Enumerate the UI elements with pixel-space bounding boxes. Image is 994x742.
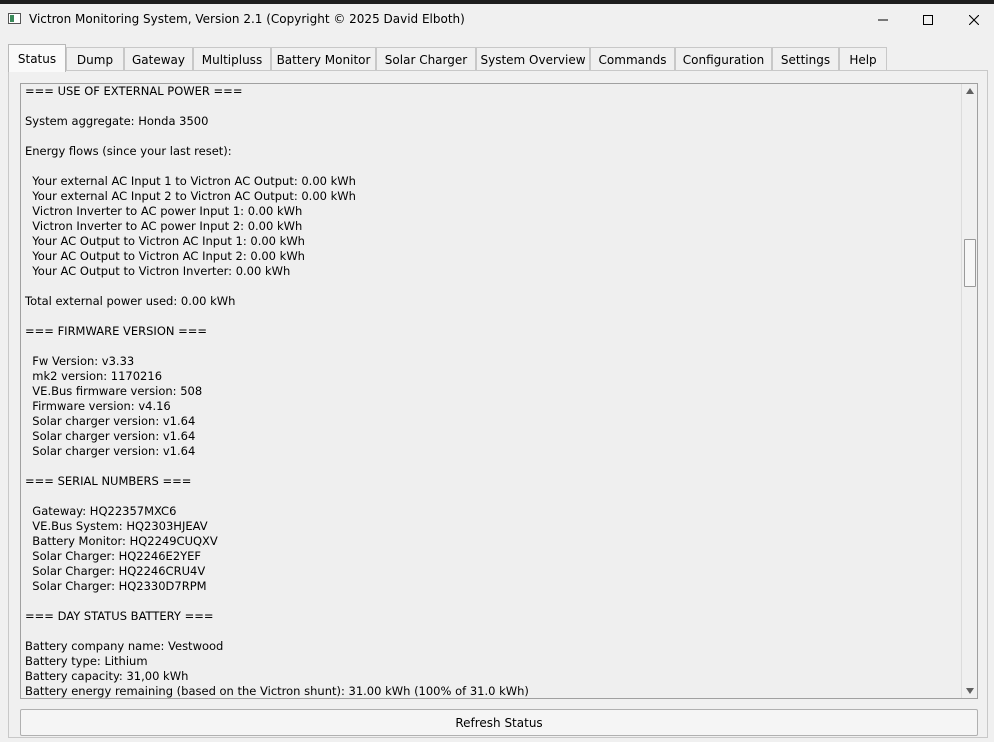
close-icon bbox=[969, 14, 979, 25]
status-text-line bbox=[25, 159, 960, 174]
status-text-line: Total external power used: 0.00 kWh bbox=[25, 294, 236, 308]
status-text-line: Gateway: HQ22357MXC6 bbox=[25, 504, 177, 518]
status-text-line: Fw Version: v3.33 bbox=[25, 354, 135, 368]
maximize-icon bbox=[923, 14, 933, 25]
app-icon bbox=[8, 13, 21, 24]
tab-dump[interactable]: Dump bbox=[66, 47, 124, 71]
status-text-line: Energy flows (since your last reset): bbox=[25, 144, 232, 158]
status-text-line: mk2 version: 1170216 bbox=[25, 369, 163, 383]
status-text-line bbox=[25, 594, 960, 609]
tab-battery-monitor[interactable]: Battery Monitor bbox=[271, 47, 376, 71]
minimize-icon bbox=[878, 19, 888, 20]
status-text-line: === FIRMWARE VERSION === bbox=[25, 324, 208, 338]
tab-help[interactable]: Help bbox=[839, 47, 887, 71]
tab-status[interactable]: Status bbox=[8, 44, 66, 72]
status-text-line: Victron Inverter to AC power Input 1: 0.… bbox=[25, 204, 303, 218]
status-text-line bbox=[25, 459, 960, 474]
status-text-line: VE.Bus System: HQ2303HJEAV bbox=[25, 519, 208, 533]
status-text-line: VE.Bus firmware version: 508 bbox=[25, 384, 203, 398]
scroll-down-button[interactable] bbox=[962, 684, 977, 698]
tab-configuration[interactable]: Configuration bbox=[675, 47, 772, 71]
status-text-line: Battery type: Lithium bbox=[25, 654, 148, 668]
status-text-line: Battery Monitor: HQ2249CUQXV bbox=[25, 534, 218, 548]
tab-system-overview[interactable]: System Overview bbox=[476, 47, 590, 71]
status-text-line bbox=[25, 129, 960, 144]
window-title: Victron Monitoring System, Version 2.1 (… bbox=[29, 12, 465, 26]
arrow-up-icon bbox=[965, 88, 974, 94]
status-text-line: Your external AC Input 1 to Victron AC O… bbox=[25, 174, 356, 188]
status-tab-panel: === USE OF EXTERNAL POWER === System aggr… bbox=[8, 70, 988, 738]
scroll-up-button[interactable] bbox=[962, 84, 977, 98]
status-text-line: Solar Charger: HQ2246E2YEF bbox=[25, 549, 202, 563]
status-text-line: Victron Inverter to AC power Input 2: 0.… bbox=[25, 219, 303, 233]
status-text-line: Battery energy remaining (based on the V… bbox=[25, 684, 529, 698]
status-text-line bbox=[25, 489, 960, 504]
status-text-line: Solar charger version: v1.64 bbox=[25, 414, 196, 428]
app-window: Victron Monitoring System, Version 2.1 (… bbox=[0, 4, 994, 742]
status-text-line: Battery company name: Vestwood bbox=[25, 639, 224, 653]
status-text-line: === DAY STATUS BATTERY === bbox=[25, 609, 214, 623]
title-bar[interactable]: Victron Monitoring System, Version 2.1 (… bbox=[0, 4, 994, 35]
tab-gateway[interactable]: Gateway bbox=[124, 47, 193, 71]
vertical-scrollbar[interactable] bbox=[961, 84, 977, 698]
status-text-line: Solar Charger: HQ2330D7RPM bbox=[25, 579, 207, 593]
status-text-line bbox=[25, 624, 960, 639]
minimize-button[interactable] bbox=[860, 4, 906, 35]
refresh-status-button[interactable]: Refresh Status bbox=[20, 709, 978, 736]
status-text-line: Your AC Output to Victron Inverter: 0.00… bbox=[25, 264, 291, 278]
scrollbar-thumb[interactable] bbox=[964, 239, 976, 287]
status-text-line: System aggregate: Honda 3500 bbox=[25, 114, 209, 128]
tab-solar-charger[interactable]: Solar Charger bbox=[376, 47, 476, 71]
status-text-line bbox=[25, 279, 960, 294]
maximize-button[interactable] bbox=[905, 4, 951, 35]
status-text-line: === SERIAL NUMBERS === bbox=[25, 474, 192, 488]
status-text-line bbox=[25, 309, 960, 324]
status-text-content: === USE OF EXTERNAL POWER === System aggr… bbox=[25, 84, 960, 698]
status-text-line bbox=[25, 99, 960, 114]
status-text-line: Your external AC Input 2 to Victron AC O… bbox=[25, 189, 356, 203]
status-text-line bbox=[25, 339, 960, 354]
status-text-line: === USE OF EXTERNAL POWER === bbox=[25, 84, 243, 98]
arrow-down-icon bbox=[965, 688, 974, 694]
status-text-area[interactable]: === USE OF EXTERNAL POWER === System aggr… bbox=[20, 83, 978, 699]
tab-multipluss[interactable]: Multipluss bbox=[193, 47, 271, 71]
close-button[interactable] bbox=[951, 4, 994, 35]
status-text-line: Solar charger version: v1.64 bbox=[25, 429, 196, 443]
status-text-line: Your AC Output to Victron AC Input 1: 0.… bbox=[25, 234, 305, 248]
status-text-line: Your AC Output to Victron AC Input 2: 0.… bbox=[25, 249, 305, 263]
status-text-line: Firmware version: v4.16 bbox=[25, 399, 171, 413]
status-text-line: Battery capacity: 31,00 kWh bbox=[25, 669, 189, 683]
status-text-line: Solar Charger: HQ2246CRU4V bbox=[25, 564, 206, 578]
tab-settings[interactable]: Settings bbox=[772, 47, 839, 71]
tab-commands[interactable]: Commands bbox=[590, 47, 675, 71]
status-text-line: Solar charger version: v1.64 bbox=[25, 444, 196, 458]
